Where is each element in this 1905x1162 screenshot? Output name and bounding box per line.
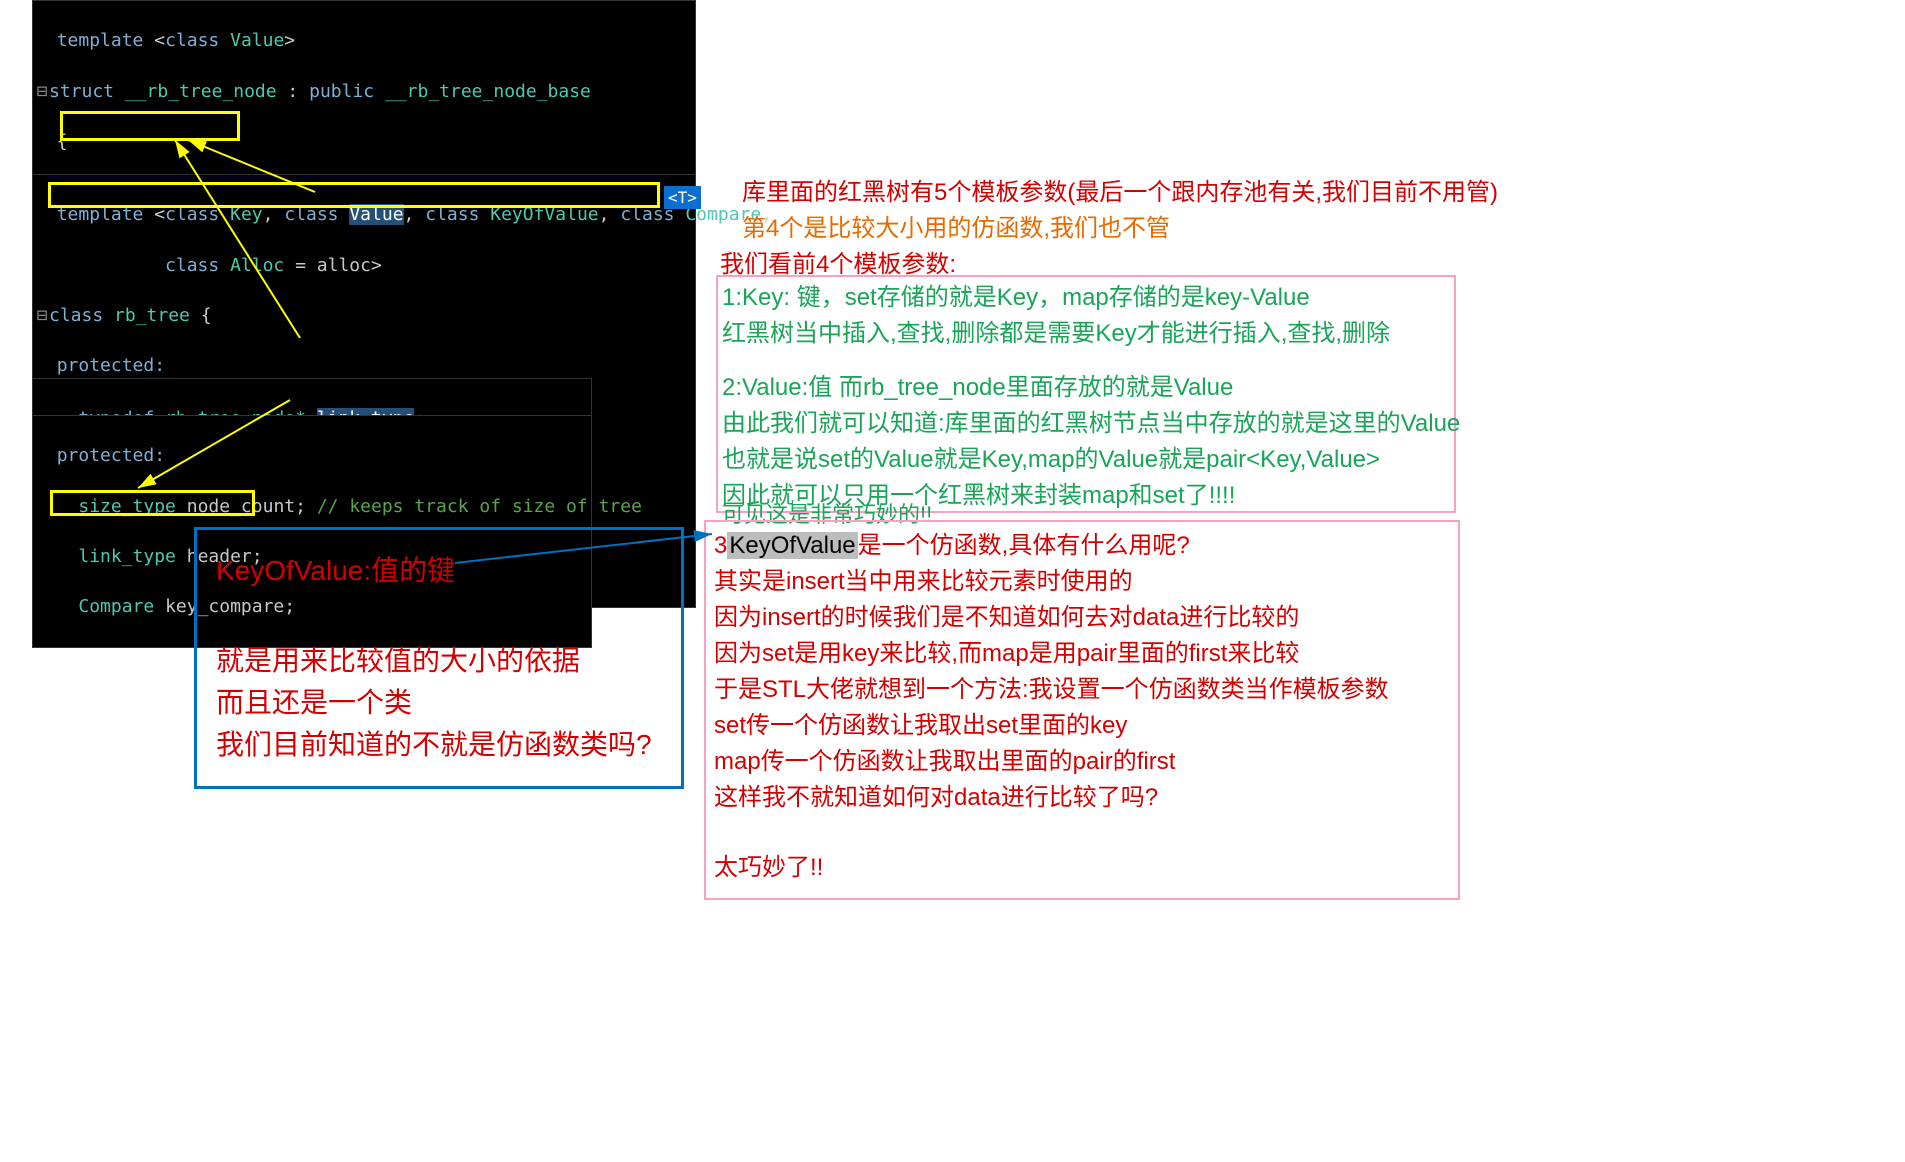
template-badge: <T> xyxy=(664,186,701,209)
anno-g4: 由此我们就可以知道:库里面的红黑树节点当中存放的就是这里的Value xyxy=(722,406,1460,442)
p3-prefix: 3 xyxy=(714,532,727,559)
type-key: Key xyxy=(230,204,263,225)
anno-r2: 第4个是比较大小用的仿函数,我们也不管 xyxy=(742,211,1170,247)
type-rbtn: __rb_tree_node xyxy=(125,81,277,102)
anno-p10: 这样我不就知道如何对data进行比较了吗? xyxy=(714,780,1158,816)
type-st: size_type xyxy=(78,496,176,517)
anno-r1: 库里面的红黑树有5个模板参数(最后一个跟内存池有关,我们目前不用管) xyxy=(742,175,1498,211)
type-alloc: Alloc xyxy=(230,255,284,276)
type-base: __rb_tree_node_base xyxy=(385,81,591,102)
anno-p8: set传一个仿函数让我取出set里面的key xyxy=(714,708,1127,744)
anno-g2: 红黑树当中插入,查找,删除都是需要Key才能进行插入,查找,删除 xyxy=(722,316,1390,352)
kw-template: template xyxy=(57,30,144,51)
kw-template2: template xyxy=(57,204,144,225)
kw-struct: struct xyxy=(49,81,114,102)
kw-class2a: class xyxy=(165,204,219,225)
kw-protected2: protected: xyxy=(57,445,165,466)
p3-kov: KeyOfValue xyxy=(727,532,857,559)
type-lt2: link_type xyxy=(78,546,176,567)
anno-p7: 于是STL大佬就想到一个方法:我设置一个仿函数类当作模板参数 xyxy=(714,672,1389,708)
anno-g5: 也就是说set的Value就是Key,map的Value就是pair<Key,V… xyxy=(722,442,1380,478)
kw-class: class xyxy=(165,30,219,51)
ident-nc: node_count xyxy=(187,496,295,517)
anno-p5: 因为insert的时候我们是不知道如何去对data进行比较的 xyxy=(714,600,1299,636)
type-value: Value xyxy=(230,30,284,51)
anno-p9: map传一个仿函数让我取出里面的pair的first xyxy=(714,744,1175,780)
kw-class2b: class xyxy=(284,204,338,225)
type-kov: KeyOfValue xyxy=(490,204,598,225)
sel-value: Value xyxy=(349,204,403,225)
anno-p4: 其实是insert当中用来比较元素时使用的 xyxy=(714,564,1133,600)
type-rbtree: rb_tree xyxy=(114,305,190,326)
ident-alloc: alloc xyxy=(317,255,371,276)
kw-class3: class xyxy=(49,305,103,326)
kw-class2c: class xyxy=(425,204,479,225)
anno-p3: 3KeyOfValue是一个仿函数,具体有什么用呢? xyxy=(714,528,1190,564)
anno-b1: KeyOfValue:值的键 xyxy=(216,550,455,592)
anno-b4: 而且还是一个类 xyxy=(216,682,412,724)
anno-b3: 就是用来比较值的大小的依据 xyxy=(216,640,580,682)
anno-p12: 太巧妙了!! xyxy=(714,850,823,886)
eq: = xyxy=(284,255,317,276)
anno-g3: 2:Value:值 而rb_tree_node里面存放的就是Value xyxy=(722,370,1233,406)
anno-p6: 因为set是用key来比较,而map是用pair里面的first来比较 xyxy=(714,636,1299,672)
comment-1: // keeps track of size of tree xyxy=(317,496,642,517)
type-compare2: Compare xyxy=(78,596,154,617)
p3-post: 是一个仿函数,具体有什么用呢? xyxy=(858,532,1190,559)
kw-protected: protected: xyxy=(57,355,165,376)
anno-b5: 我们目前知道的不就是仿函数类吗? xyxy=(216,724,652,766)
anno-g1: 1:Key: 键，set存储的就是Key，map存储的是key-Value xyxy=(722,280,1310,316)
kw-public: public xyxy=(309,81,374,102)
kw-class2e: class xyxy=(165,255,219,276)
